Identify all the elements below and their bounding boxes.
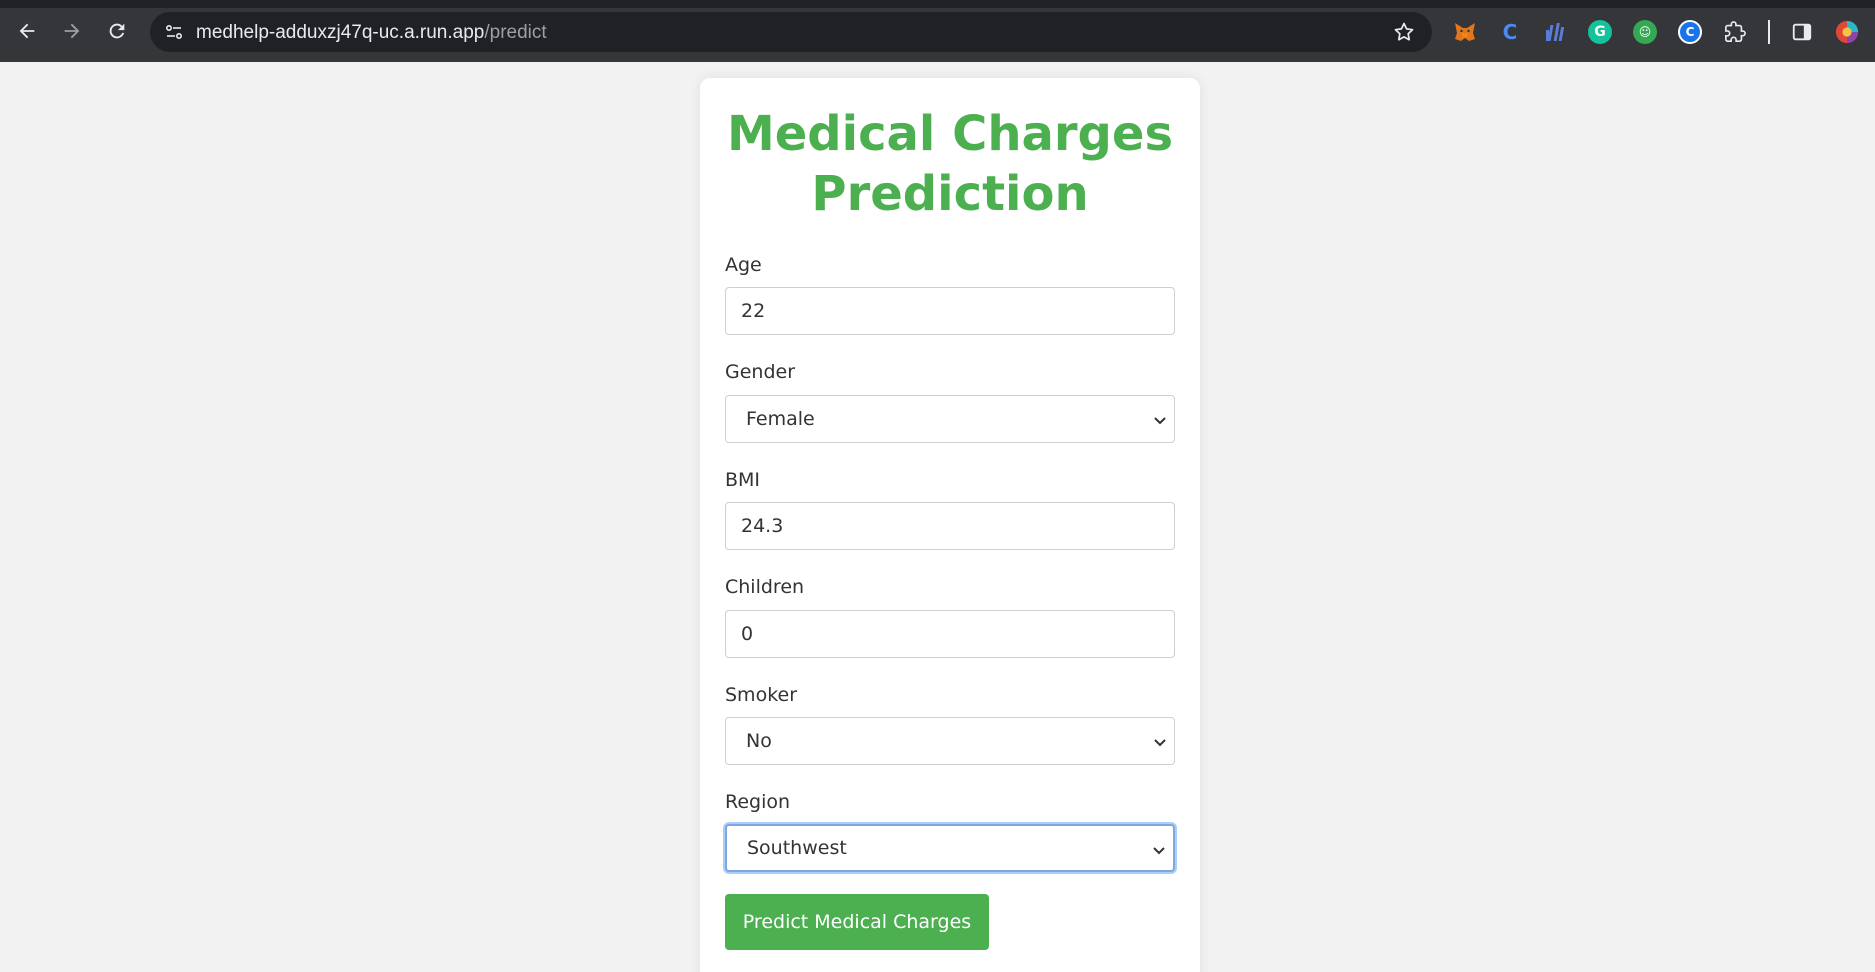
bookmark-star-icon[interactable] [1392, 20, 1416, 44]
url-text[interactable]: medhelp-adduxzj47q-uc.a.run.app/predict [196, 22, 547, 44]
chart-extension-icon[interactable] [1543, 20, 1567, 44]
reload-icon [109, 23, 125, 39]
bmi-input[interactable]: 24.3 [725, 502, 1175, 550]
gender-select[interactable]: Female [725, 395, 1175, 443]
predict-button[interactable]: Predict Medical Charges [725, 894, 989, 950]
bmi-value: 24.3 [741, 515, 784, 537]
smoker-select[interactable]: No [725, 717, 1175, 765]
coinbase-extension-icon[interactable]: C [1678, 20, 1702, 44]
chevron-down-icon [1154, 739, 1166, 747]
gender-value: Female [746, 408, 815, 430]
toolbar-divider [1768, 20, 1770, 44]
back-button[interactable] [12, 16, 42, 46]
region-label: Region [725, 791, 791, 813]
profile-avatar-icon[interactable] [1835, 20, 1859, 44]
site-info-icon[interactable] [162, 20, 186, 44]
age-label: Age [725, 254, 762, 276]
arrow-left-icon [19, 23, 35, 39]
extensions-puzzle-icon[interactable] [1723, 20, 1747, 44]
reload-button[interactable] [102, 16, 132, 46]
url-path: /predict [484, 22, 547, 43]
grammarly-icon[interactable]: G [1588, 20, 1612, 44]
children-input[interactable]: 0 [725, 610, 1175, 658]
chevron-down-icon [1153, 847, 1165, 855]
metamask-icon[interactable] [1453, 20, 1477, 44]
side-panel-icon[interactable] [1790, 20, 1814, 44]
c-extension-icon[interactable]: C [1498, 20, 1522, 44]
arrow-right-icon [64, 23, 80, 39]
gender-label: Gender [725, 361, 796, 383]
region-value: Southwest [747, 837, 847, 859]
bmi-label: BMI [725, 469, 761, 491]
url-host: medhelp-adduxzj47q-uc.a.run.app [196, 22, 485, 43]
children-value: 0 [741, 623, 754, 645]
age-input[interactable]: 22 [725, 287, 1175, 335]
smoker-value: No [746, 730, 772, 752]
region-select[interactable]: Southwest [725, 824, 1175, 872]
chevron-down-icon [1154, 417, 1166, 425]
children-label: Children [725, 576, 805, 598]
page-title: Medical Charges Prediction [726, 106, 1174, 222]
address-bar[interactable]: medhelp-adduxzj47q-uc.a.run.app/predict [150, 12, 1432, 52]
browser-toolbar: medhelp-adduxzj47q-uc.a.run.app/predict … [0, 0, 1875, 62]
age-value: 22 [741, 300, 766, 322]
tab-strip [0, 0, 1875, 8]
smoker-label: Smoker [725, 684, 798, 706]
forward-button[interactable] [57, 16, 87, 46]
robot-extension-icon[interactable]: ☺ [1633, 20, 1657, 44]
prediction-card: Medical Charges Prediction Age 22 Gender… [700, 78, 1200, 972]
